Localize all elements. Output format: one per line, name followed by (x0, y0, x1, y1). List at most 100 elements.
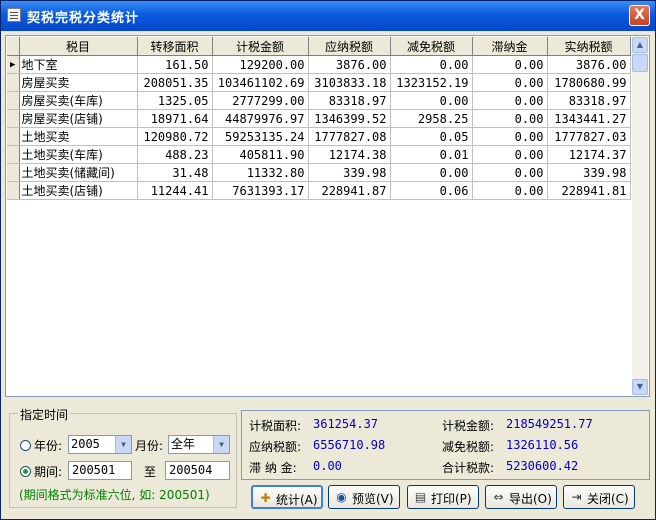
column-header[interactable]: 实纳税额 (547, 37, 631, 56)
month-label: 月份: (135, 439, 164, 453)
table-row[interactable]: 房屋买卖(店铺) 18971.64 44879976.97 1346399.52… (7, 109, 631, 128)
table-cell[interactable]: 0.00 (390, 55, 473, 74)
table-cell[interactable]: 地下室 (19, 55, 138, 74)
table-cell[interactable]: 3876.00 (547, 55, 631, 74)
table-cell[interactable]: 2958.25 (390, 109, 473, 128)
table-cell[interactable]: 0.00 (472, 127, 548, 146)
table-cell[interactable]: 1343441.27 (547, 109, 631, 128)
table-cell[interactable]: 3103833.18 (308, 73, 391, 92)
row-indicator (7, 127, 20, 146)
table-cell[interactable]: 3876.00 (308, 55, 391, 74)
month-select[interactable]: 全年 ▼ (168, 435, 230, 454)
calculator-icon: ✚ (260, 491, 271, 505)
table-cell[interactable]: 44879976.97 (212, 109, 309, 128)
column-header[interactable]: 计税金额 (212, 37, 309, 56)
table-cell[interactable]: 11332.80 (212, 163, 309, 182)
summary-panel: 计税面积: 361254.37 计税金额: 218549251.77 应纳税额:… (241, 410, 650, 480)
table-cell[interactable]: 0.00 (472, 55, 548, 74)
export-button[interactable]: ⇔ 导出(O) (485, 485, 557, 509)
table-cell[interactable]: 31.48 (137, 163, 213, 182)
table-cell[interactable]: 208051.35 (137, 73, 213, 92)
column-header[interactable]: 减免税额 (390, 37, 473, 56)
table-cell[interactable]: 339.98 (308, 163, 391, 182)
column-header[interactable]: 转移面积 (137, 37, 213, 56)
scrollbar-thumb[interactable] (632, 54, 648, 72)
table-cell[interactable]: 房屋买卖 (19, 73, 138, 92)
table-cell[interactable]: 59253135.24 (212, 127, 309, 146)
table-cell[interactable]: 0.00 (472, 145, 548, 164)
table-cell[interactable]: 161.50 (137, 55, 213, 74)
table-row[interactable]: ▶ 地下室 161.50 129200.00 3876.00 0.00 0.00… (7, 55, 631, 74)
table-cell[interactable]: 129200.00 (212, 55, 309, 74)
table-cell[interactable]: 0.00 (472, 109, 548, 128)
title-bar[interactable]: 契税完税分类统计 X (1, 1, 655, 31)
table-cell[interactable]: 0.00 (472, 163, 548, 182)
close-window-button[interactable]: X (629, 5, 650, 26)
row-indicator (7, 163, 20, 182)
table-cell[interactable]: 0.00 (472, 181, 548, 200)
column-header[interactable]: 滞纳金 (472, 37, 548, 56)
table-cell[interactable]: 405811.90 (212, 145, 309, 164)
row-indicator-header (7, 37, 20, 56)
payable-value: 6556710.98 (313, 438, 386, 452)
close-button[interactable]: ⇥ 关闭(C) (563, 485, 635, 509)
year-radio[interactable] (20, 440, 31, 451)
table-cell[interactable]: 0.00 (390, 91, 473, 110)
table-cell[interactable]: 228941.87 (308, 181, 391, 200)
table-cell[interactable]: 12174.38 (308, 145, 391, 164)
row-indicator (7, 181, 20, 200)
table-cell[interactable]: 83318.97 (547, 91, 631, 110)
table-cell[interactable]: 7631393.17 (212, 181, 309, 200)
column-header[interactable]: 应纳税额 (308, 37, 391, 56)
scroll-up-icon[interactable]: ▲ (632, 37, 648, 53)
table-cell[interactable]: 1346399.52 (308, 109, 391, 128)
table-cell[interactable]: 83318.97 (308, 91, 391, 110)
table-cell[interactable]: 土地买卖 (19, 127, 138, 146)
table-cell[interactable]: 103461102.69 (212, 73, 309, 92)
period-to-input[interactable]: 200504 (165, 461, 230, 480)
table-cell[interactable]: 1323152.19 (390, 73, 473, 92)
table-cell[interactable]: 土地买卖(车库) (19, 145, 138, 164)
table-row[interactable]: 房屋买卖 208051.35 103461102.69 3103833.18 1… (7, 73, 631, 92)
column-header[interactable]: 税目 (19, 37, 138, 56)
chevron-down-icon[interactable]: ▼ (115, 436, 131, 453)
year-select[interactable]: 2005 ▼ (68, 435, 132, 454)
table-cell[interactable]: 2777299.00 (212, 91, 309, 110)
table-cell[interactable]: 0.00 (472, 73, 548, 92)
period-from-input[interactable]: 200501 (68, 461, 132, 480)
vertical-scrollbar[interactable]: ▲ ▼ (632, 37, 648, 395)
stats-button[interactable]: ✚ 统计(A) (251, 485, 323, 509)
table-cell[interactable]: 1777827.08 (308, 127, 391, 146)
table-cell[interactable]: 1325.05 (137, 91, 213, 110)
table-cell[interactable]: 228941.81 (547, 181, 631, 200)
table-cell[interactable]: 0.00 (390, 163, 473, 182)
print-button[interactable]: ▤ 打印(P) (407, 485, 479, 509)
table-cell[interactable]: 房屋买卖(店铺) (19, 109, 138, 128)
period-radio[interactable] (20, 466, 31, 477)
table-cell[interactable]: 土地买卖(店铺) (19, 181, 138, 200)
scroll-down-icon[interactable]: ▼ (632, 379, 648, 395)
table-row[interactable]: 房屋买卖(车库) 1325.05 2777299.00 83318.97 0.0… (7, 91, 631, 110)
table-cell[interactable]: 土地买卖(储藏间) (19, 163, 138, 182)
data-grid[interactable]: 税目 转移面积 计税金额 应纳税额 减免税额 滞纳金 实纳税额 ▶ 地下室 16… (5, 35, 650, 397)
table-row[interactable]: 土地买卖(车库) 488.23 405811.90 12174.38 0.01 … (7, 145, 631, 164)
chevron-down-icon[interactable]: ▼ (213, 436, 229, 453)
table-cell[interactable]: 1777827.03 (547, 127, 631, 146)
table-cell[interactable]: 488.23 (137, 145, 213, 164)
table-row[interactable]: 土地买卖(店铺) 11244.41 7631393.17 228941.87 0… (7, 181, 631, 200)
table-cell[interactable]: 120980.72 (137, 127, 213, 146)
table-cell[interactable]: 房屋买卖(车库) (19, 91, 138, 110)
table-row[interactable]: 土地买卖 120980.72 59253135.24 1777827.08 0.… (7, 127, 631, 146)
table-cell[interactable]: 0.00 (472, 91, 548, 110)
table-cell[interactable]: 11244.41 (137, 181, 213, 200)
table-cell[interactable]: 0.05 (390, 127, 473, 146)
table-cell[interactable]: 0.06 (390, 181, 473, 200)
table-cell[interactable]: 18971.64 (137, 109, 213, 128)
table-cell[interactable]: 339.98 (547, 163, 631, 182)
table-row[interactable]: 土地买卖(储藏间) 31.48 11332.80 339.98 0.00 0.0… (7, 163, 631, 182)
table-cell[interactable]: 1780680.99 (547, 73, 631, 92)
table-cell[interactable]: 12174.37 (547, 145, 631, 164)
year-select-value: 2005 (71, 437, 100, 451)
table-cell[interactable]: 0.01 (390, 145, 473, 164)
preview-button[interactable]: ◉ 预览(V) (328, 485, 400, 509)
